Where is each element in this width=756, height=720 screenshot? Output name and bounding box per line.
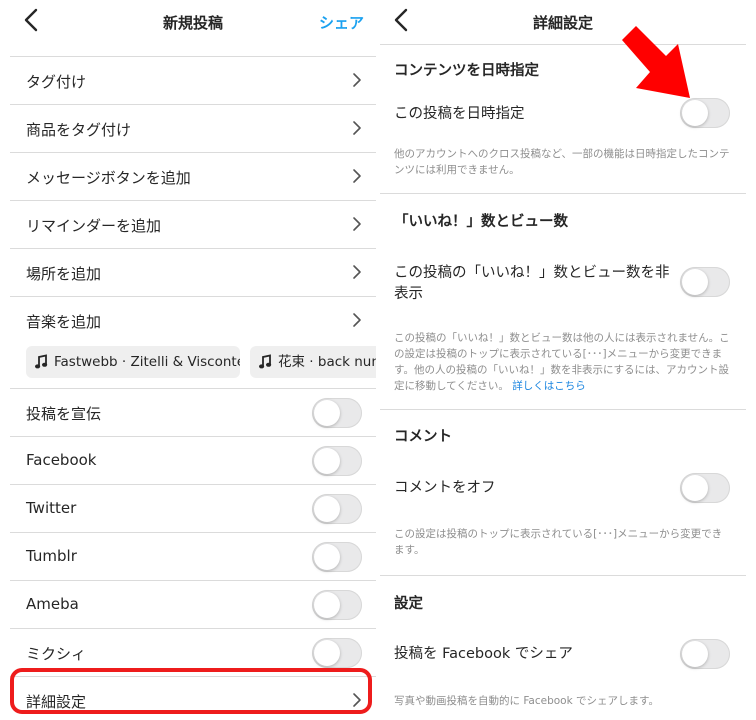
new-post-screen: 新規投稿 シェア タグ付け 商品をタグ付け メッセージボタンを追加 リマインダー…: [10, 0, 376, 720]
setting-description: この設定は投稿のトップに表示されている[･･･]メニューから変更できます。: [394, 528, 723, 556]
divider: [380, 575, 746, 576]
add-location-item[interactable]: 場所を追加: [10, 249, 376, 297]
add-message-button-item[interactable]: メッセージボタンを追加: [10, 153, 376, 201]
toggle-knob: [314, 448, 340, 474]
toggle-label: Tumblr: [26, 547, 77, 565]
share-button[interactable]: シェア: [319, 12, 364, 33]
toggle-knob: [314, 592, 340, 618]
setting-label: この投稿の「いいね！」数とビュー数を非表示: [394, 265, 670, 302]
chevron-right-icon: [353, 169, 361, 183]
divider: [10, 44, 376, 57]
toggle-knob: [682, 641, 708, 667]
toggle-knob: [682, 100, 708, 126]
facebook-row: Facebook: [10, 437, 376, 485]
hide-likes-toggle[interactable]: [680, 267, 730, 297]
share-to-facebook-toggle[interactable]: [680, 639, 730, 669]
mixi-toggle[interactable]: [312, 638, 362, 668]
music-chip-label: 花束 · back num: [278, 354, 376, 370]
toggle-knob: [682, 269, 708, 295]
nav-item-label: タグ付け: [26, 73, 87, 91]
toggle-knob: [314, 544, 340, 570]
tag-products-item[interactable]: 商品をタグ付け: [10, 105, 376, 153]
nav-item-label: 音楽を追加: [26, 313, 102, 331]
chevron-right-icon: [353, 265, 361, 279]
toggle-label: Facebook: [26, 451, 97, 469]
schedule-toggle[interactable]: [680, 98, 730, 128]
new-post-header: 新規投稿 シェア: [10, 0, 376, 44]
setting-label: 投稿を Facebook でシェア: [394, 646, 573, 662]
setting-description: この投稿の「いいね！」数とビュー数は他の人には表示されません。この設定は投稿のト…: [394, 330, 732, 394]
tumblr-toggle[interactable]: [312, 542, 362, 572]
setting-description: 他のアカウントへのクロス投稿など、一部の機能は日時指定したコンテンツには利用でき…: [394, 148, 730, 176]
setting-description: 写真や動画投稿を自動的に Facebook でシェアします。: [394, 695, 659, 707]
section-title: 「いいね！」数とビュー数: [394, 214, 568, 230]
toggle-label: Twitter: [26, 499, 77, 517]
chevron-right-icon: [353, 217, 361, 231]
nav-item-label: 商品をタグ付け: [26, 121, 132, 139]
comments-off-toggle[interactable]: [680, 473, 730, 503]
ameba-row: Ameba: [10, 581, 376, 629]
advanced-settings-screen: 詳細設定 コンテンツを日時指定 この投稿を日時指定 他のアカウントへのクロス投稿…: [380, 0, 746, 720]
red-pointer-arrow-icon: [622, 26, 690, 98]
music-chip[interactable]: Fastwebb · Zitelli & Visconte: [26, 346, 240, 378]
toggle-knob: [314, 400, 340, 426]
tumblr-row: Tumblr: [10, 533, 376, 581]
chevron-right-icon: [353, 313, 361, 327]
toggle-knob: [314, 640, 340, 666]
promote-post-row: 投稿を宣伝: [10, 389, 376, 437]
facebook-toggle[interactable]: [312, 446, 362, 476]
chevron-right-icon: [353, 73, 361, 87]
highlight-box: [10, 668, 372, 714]
nav-item-label: リマインダーを追加: [26, 217, 162, 235]
toggle-knob: [682, 475, 708, 501]
twitter-row: Twitter: [10, 485, 376, 533]
divider: [380, 193, 746, 194]
twitter-toggle[interactable]: [312, 494, 362, 524]
music-note-icon: [35, 354, 48, 369]
toggle-label: Ameba: [26, 595, 79, 613]
music-note-icon: [259, 354, 272, 369]
toggle-label: ミクシィ: [26, 645, 87, 663]
music-chip-label: Fastwebb · Zitelli & Visconte: [54, 354, 240, 370]
music-suggestions: Fastwebb · Zitelli & Visconte 花束 · back …: [10, 344, 376, 389]
ameba-toggle[interactable]: [312, 590, 362, 620]
nav-item-label: 場所を追加: [26, 265, 102, 283]
tag-people-item[interactable]: タグ付け: [10, 57, 376, 105]
learn-more-link[interactable]: 詳しくはこちら: [512, 380, 586, 392]
add-music-item[interactable]: 音楽を追加: [10, 297, 376, 344]
setting-label: コメントをオフ: [394, 480, 496, 496]
add-reminder-item[interactable]: リマインダーを追加: [10, 201, 376, 249]
section-title: コンテンツを日時指定: [394, 63, 539, 79]
chevron-right-icon: [353, 121, 361, 135]
toggle-knob: [314, 496, 340, 522]
section-title: コメント: [394, 429, 452, 445]
promote-toggle[interactable]: [312, 398, 362, 428]
nav-item-label: メッセージボタンを追加: [26, 169, 191, 187]
divider: [380, 409, 746, 410]
section-title: 設定: [394, 596, 423, 612]
setting-label: この投稿を日時指定: [394, 106, 525, 122]
toggle-label: 投稿を宣伝: [26, 405, 102, 423]
music-chip[interactable]: 花束 · back num: [250, 346, 376, 378]
